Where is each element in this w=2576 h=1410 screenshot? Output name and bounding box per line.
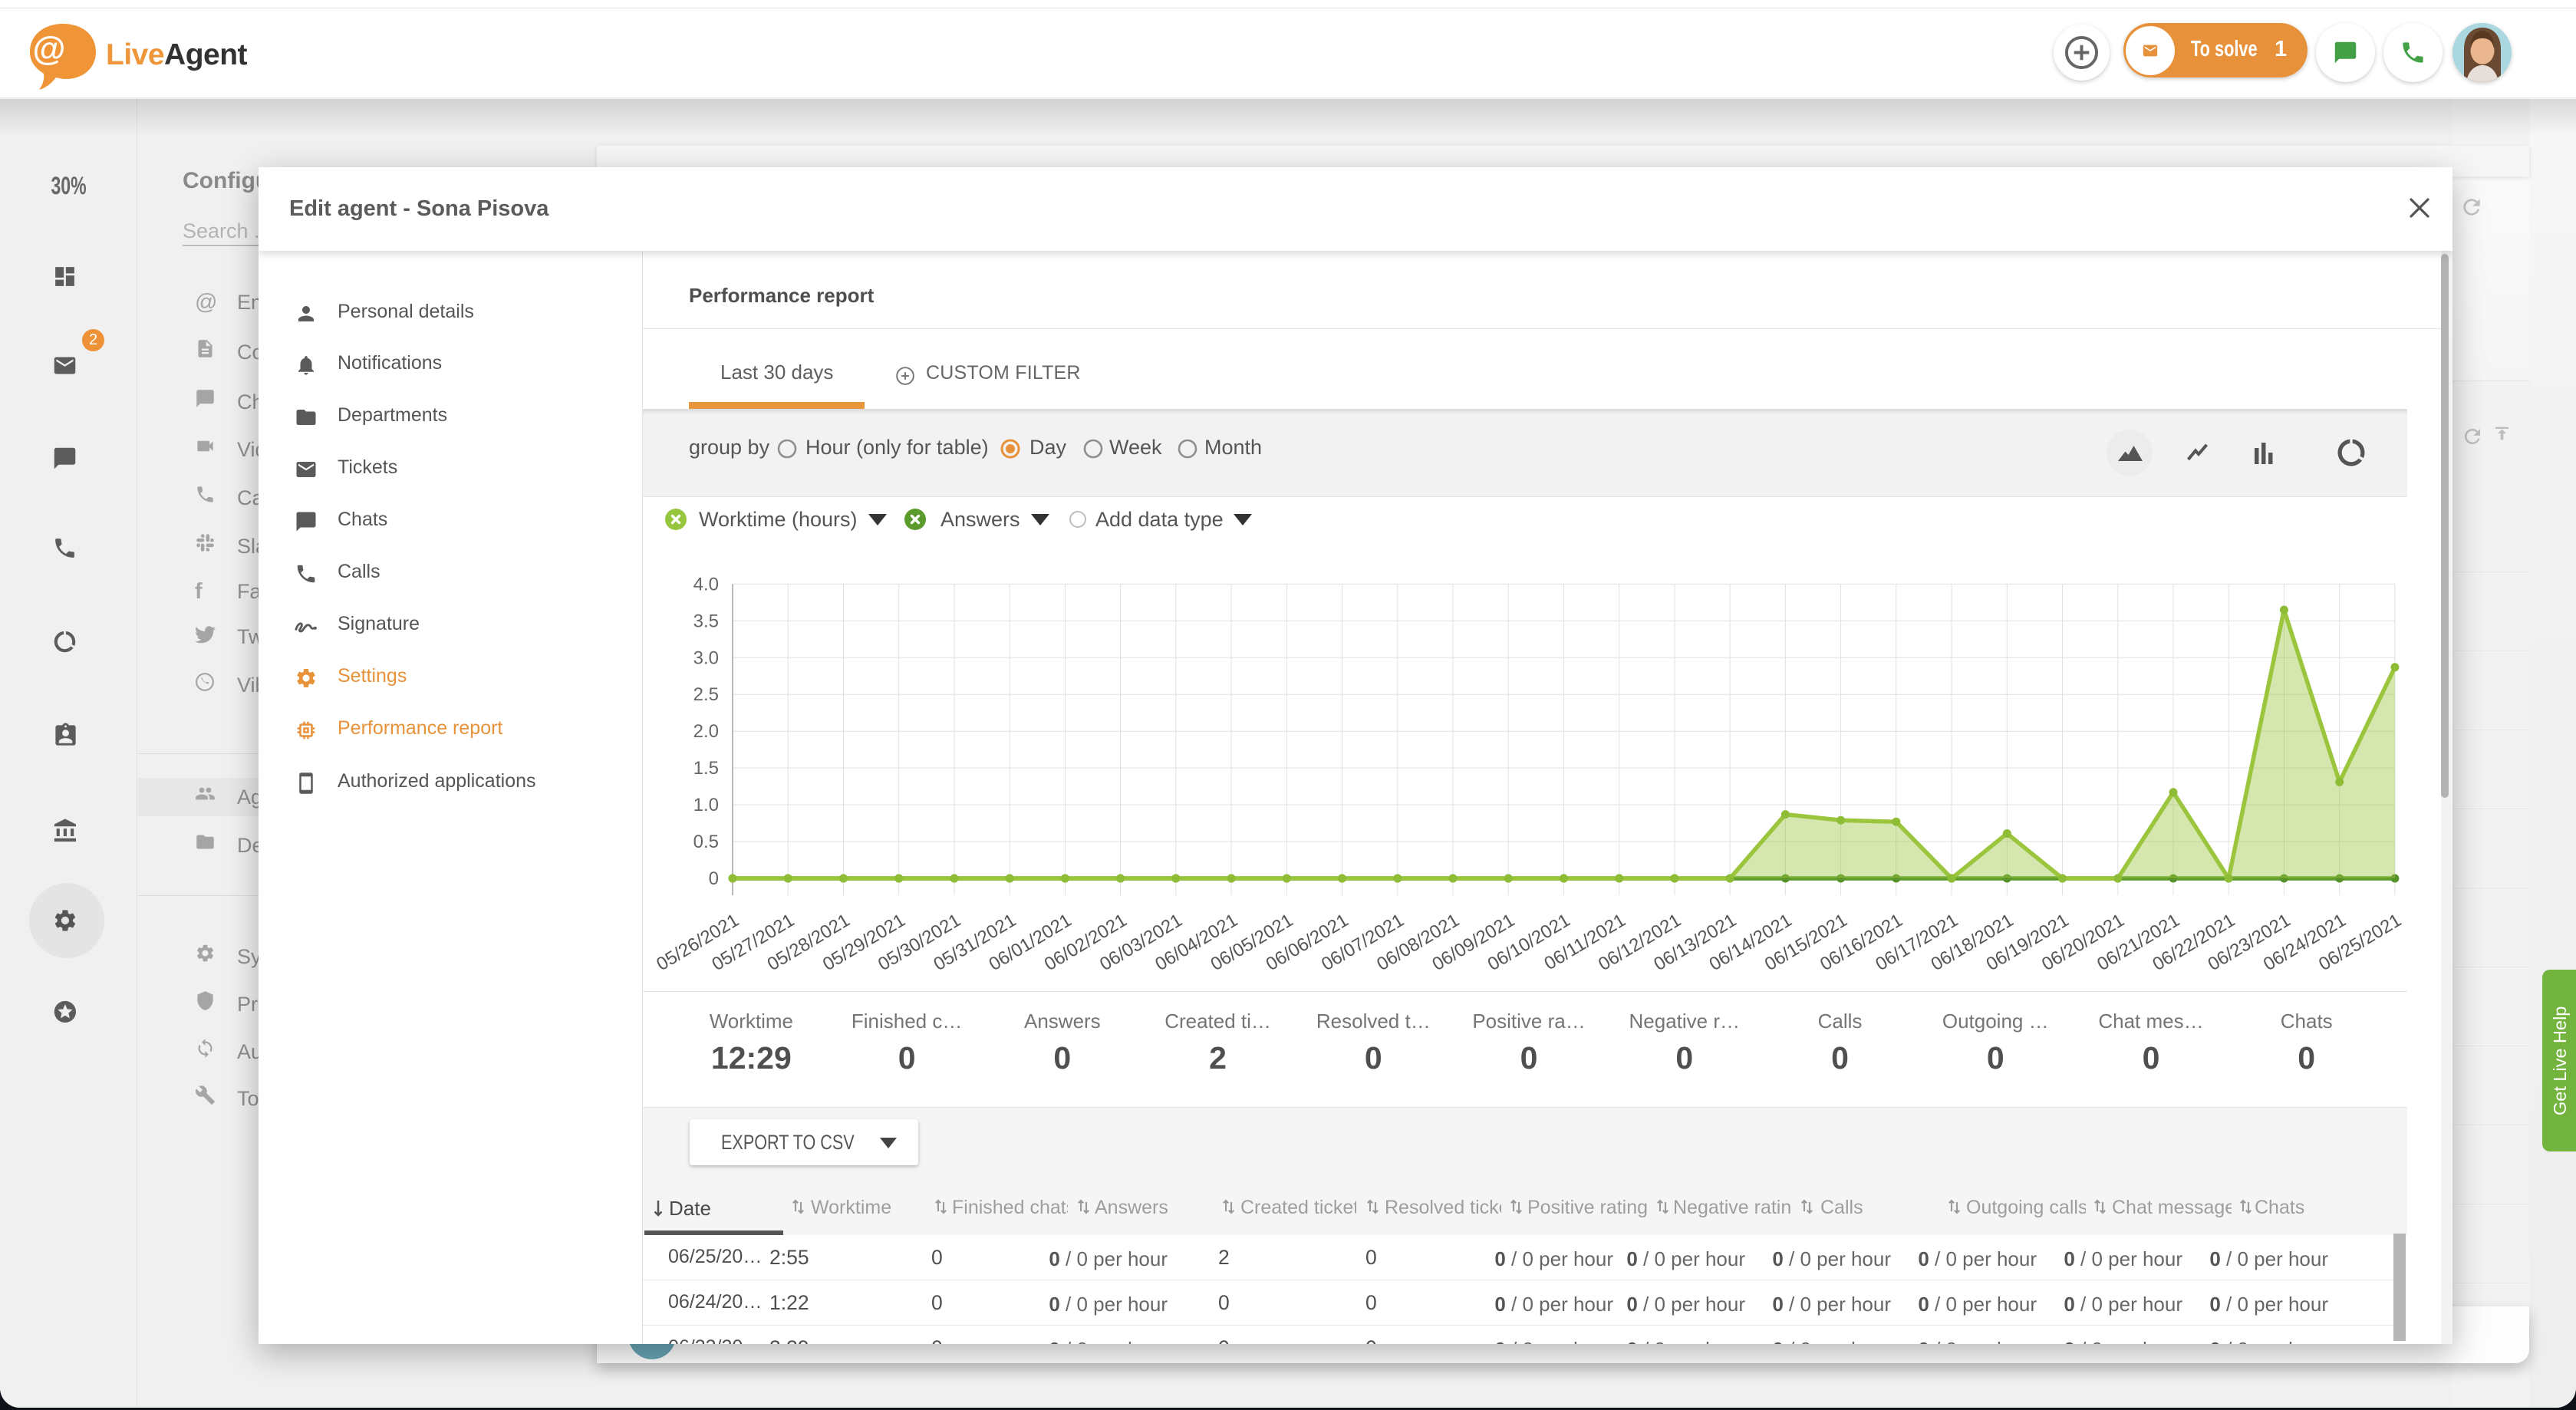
svg-text:@: @ — [33, 30, 66, 68]
